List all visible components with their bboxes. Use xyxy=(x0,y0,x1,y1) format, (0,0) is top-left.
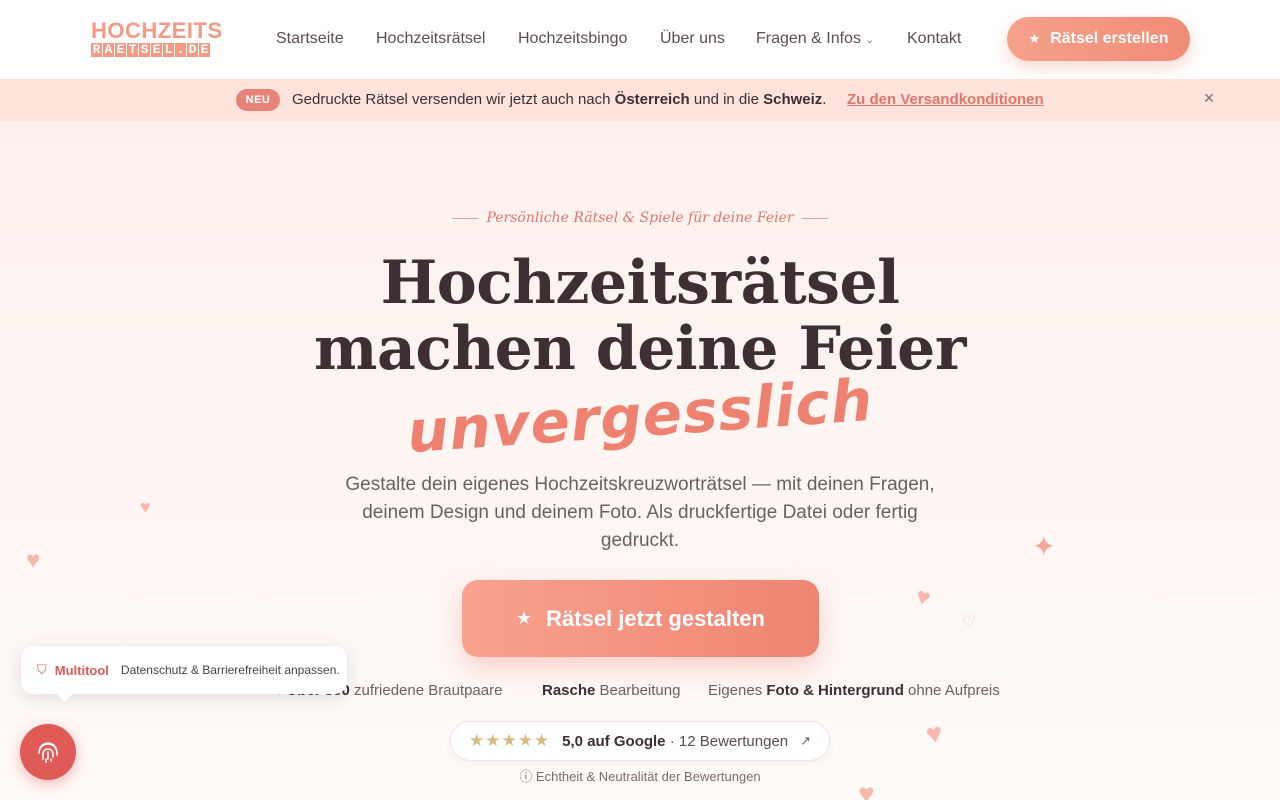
benefit-photo: Eigenes Foto & Hintergrund ohne Aufpreis xyxy=(708,682,1000,699)
nav-ueber-uns[interactable]: Über uns xyxy=(660,30,725,48)
heart-icon: ♥ xyxy=(140,497,151,517)
chevron-down-icon: ⌄ xyxy=(864,34,875,46)
benefit-speed: Rasche Bearbeitung xyxy=(542,682,680,699)
nav-hochzeitsraetsel[interactable]: Hochzeitsrätsel xyxy=(376,30,485,48)
banner-text-part: . xyxy=(822,91,827,108)
google-rating-link[interactable]: ★★★★★ 5,0 auf Google · 12 Bewertungen ↗ xyxy=(450,721,830,761)
create-puzzle-button[interactable]: ★ Rätsel erstellen xyxy=(1007,17,1190,61)
nav-hochzeitsbingo[interactable]: Hochzeitsbingo xyxy=(518,30,627,48)
star-icon: ★ xyxy=(516,608,533,628)
rating-count: 12 Bewertungen xyxy=(678,732,789,750)
tagline-rule xyxy=(452,217,479,219)
shipping-conditions-link[interactable]: Zu den Versandkonditionen xyxy=(847,91,1044,108)
design-puzzle-label: Rätsel jetzt gestalten xyxy=(546,605,765,631)
rating-authenticity-note[interactable]: ⓘ Echtheit & Neutralität der Bewertungen xyxy=(0,766,1280,785)
banner-text-part: und in die xyxy=(689,91,764,108)
hero-tagline: Persönliche Rätsel & Spiele für deine Fe… xyxy=(0,210,1280,226)
site-header: HOCHZEITS R A E T S E L . D E Startseite… xyxy=(0,0,1280,79)
multitool-title: Multitool xyxy=(54,662,109,678)
announcement-banner: NEU Gedruckte Rätsel versenden wir jetzt… xyxy=(0,79,1280,121)
multitool-button[interactable] xyxy=(20,724,76,780)
benefit-bold: Rasche xyxy=(542,682,596,699)
headline-line-1: Hochzeitsrätsel xyxy=(380,248,900,318)
close-icon[interactable]: × xyxy=(1200,88,1218,110)
nav-fragen-infos-label: Fragen & Infos xyxy=(756,30,861,47)
multitool-popup[interactable]: ⛉ Multitool Datenschutz & Barrierefreihe… xyxy=(21,646,347,702)
rating-separator: · xyxy=(665,732,679,750)
heart-icon: ♥ xyxy=(26,547,41,574)
benefit-text: ohne Aufpreis xyxy=(903,682,1000,699)
hero-subtext: Gestalte dein eigenes Hochzeitskreuzwort… xyxy=(345,474,935,551)
benefit-text: Bearbeitung xyxy=(595,682,681,699)
banner-text-bold: Österreich xyxy=(614,91,690,108)
external-link-icon: ↗ xyxy=(800,733,812,748)
tagline-rule xyxy=(801,217,828,219)
heart-icon: ♡ xyxy=(962,614,977,631)
rating-summary: 5,0 auf Google · 12 Bewertungen xyxy=(562,733,788,750)
sparkle-icon: ✦ xyxy=(1032,531,1056,562)
nav-kontakt[interactable]: Kontakt xyxy=(907,30,961,48)
benefit-text: zufriedene Brautpaare xyxy=(349,682,503,699)
design-puzzle-button[interactable]: ★ Rätsel jetzt gestalten xyxy=(462,580,819,657)
nav-startseite[interactable]: Startseite xyxy=(276,30,344,48)
benefit-text: Eigenes xyxy=(708,682,767,699)
banner-text-bold: Schweiz xyxy=(763,91,823,108)
banner-text-part: Gedruckte Rätsel versenden wir jetzt auc… xyxy=(292,91,615,108)
banner-message: Gedruckte Rätsel versenden wir jetzt auc… xyxy=(292,91,826,108)
hero-tagline-text: Persönliche Rätsel & Spiele für deine Fe… xyxy=(486,210,794,226)
shield-icon: ⛉ xyxy=(37,662,47,677)
rating-stars-icon: ★★★★★ xyxy=(468,731,551,750)
benefit-bold: Foto & Hintergrund xyxy=(766,682,904,699)
new-badge: NEU xyxy=(236,89,280,111)
nav-fragen-infos[interactable]: Fragen & Infos ⌄ xyxy=(756,30,874,48)
multitool-text: Datenschutz & Barrierefreiheit anpassen. xyxy=(120,663,340,677)
rating-score: 5,0 auf Google xyxy=(562,732,666,750)
star-icon: ★ xyxy=(1028,31,1041,46)
create-puzzle-label: Rätsel erstellen xyxy=(1050,30,1169,47)
fingerprint-icon xyxy=(38,742,58,763)
